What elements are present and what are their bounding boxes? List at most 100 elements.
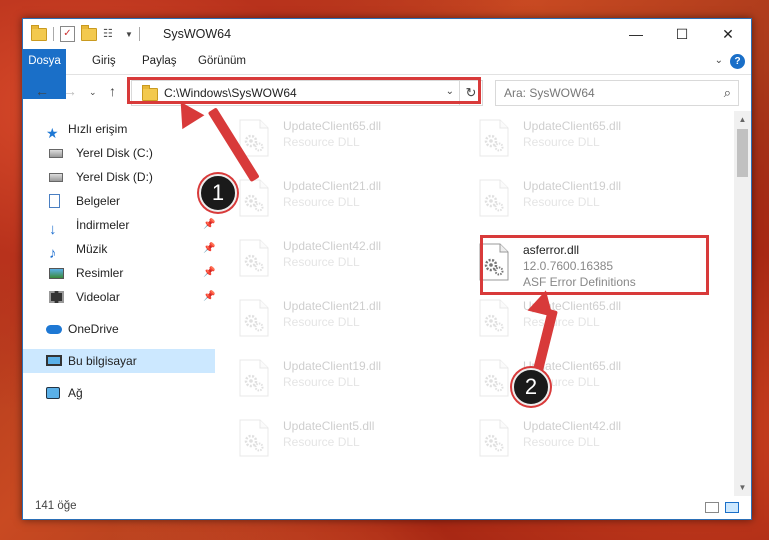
forward-arrow-icon[interactable]: →: [63, 83, 77, 99]
file-list: UpdateClient65.dll Resource DLL UpdateClie…: [219, 111, 732, 496]
file-name: UpdateClient5.dll: [283, 419, 375, 433]
cloud-icon: [46, 322, 62, 336]
file-tile[interactable]: UpdateClient5.dll Resource DLL: [239, 417, 459, 467]
sidebar-item-downloads[interactable]: ↓ İndirmeler 📌: [23, 213, 215, 237]
sidebar-item-label: Hızlı erişim: [68, 122, 128, 136]
file-tile[interactable]: UpdateClient19.dll Resource DLL: [239, 357, 459, 407]
recent-locations-icon[interactable]: ⌄: [89, 87, 97, 98]
file-description: Resource DLL: [283, 135, 360, 149]
view-options-icon[interactable]: ☷: [103, 28, 119, 40]
sidebar-item-label: OneDrive: [68, 322, 119, 336]
sidebar-item-label: İndirmeler: [76, 218, 130, 232]
callout-badge-2: 2: [512, 368, 550, 406]
sidebar-item-label: Müzik: [76, 242, 108, 256]
file-tile[interactable]: UpdateClient65.dll Resource DLL: [479, 297, 699, 347]
sidebar-item-network[interactable]: Ağ: [23, 381, 215, 405]
folder-icon: [142, 85, 158, 101]
sidebar-item-this-pc[interactable]: Bu bilgisayar: [23, 349, 215, 373]
file-description: Resource DLL: [283, 315, 360, 329]
dll-file-icon: [479, 359, 509, 397]
chevron-down-icon[interactable]: ▼: [125, 30, 133, 39]
file-tile[interactable]: UpdateClient65.dll Resource DLL: [239, 117, 459, 167]
new-folder-icon[interactable]: [81, 24, 97, 41]
pin-icon[interactable]: 📌: [203, 213, 215, 237]
pin-icon[interactable]: 📌: [203, 285, 215, 309]
sidebar-item-label: Videolar: [76, 290, 120, 304]
file-tile[interactable]: UpdateClient21.dll Resource DLL: [239, 297, 459, 347]
computer-icon: [46, 354, 62, 368]
sidebar-item-pictures[interactable]: Resimler 📌: [23, 261, 215, 285]
refresh-icon[interactable]: ↻: [459, 81, 482, 105]
back-arrow-icon[interactable]: ←: [35, 83, 49, 99]
search-placeholder: Ara: SysWOW64: [504, 86, 595, 100]
vertical-scrollbar[interactable]: ▲ ▼: [734, 111, 751, 496]
chevron-down-icon[interactable]: ⌄: [715, 55, 723, 66]
file-name: UpdateClient42.dll: [283, 239, 382, 253]
sidebar-item-local-disk-c[interactable]: Yerel Disk (C:): [23, 141, 215, 165]
sidebar-item-label: Yerel Disk (C:): [76, 146, 153, 160]
file-tile[interactable]: UpdateClient19.dll Resource DLL: [479, 177, 699, 227]
file-description: Resource DLL: [283, 255, 360, 269]
file-name: UpdateClient19.dll: [283, 359, 382, 373]
pictures-icon: [49, 266, 65, 280]
file-name: UpdateClient21.dll: [283, 179, 382, 193]
star-icon: ★: [46, 125, 59, 141]
minimize-button[interactable]: —: [613, 19, 659, 49]
file-name: UpdateClient21.dll: [283, 299, 382, 313]
file-name: UpdateClient65.dll: [523, 119, 622, 133]
file-description: Resource DLL: [523, 135, 600, 149]
sidebar-item-label: Yerel Disk (D:): [76, 170, 153, 184]
file-name: UpdateClient19.dll: [523, 179, 622, 193]
tab-home[interactable]: Giriş: [83, 49, 125, 74]
item-count: 141 öğe: [35, 500, 77, 512]
file-description: Resource DLL: [523, 315, 600, 329]
pin-icon[interactable]: 📌: [203, 261, 215, 285]
file-description: Resource DLL: [283, 435, 360, 449]
sidebar-item-onedrive[interactable]: OneDrive: [23, 317, 215, 341]
sidebar-item-videos[interactable]: Videolar 📌: [23, 285, 215, 309]
search-icon[interactable]: ⌕: [724, 85, 731, 101]
up-arrow-icon[interactable]: ↑: [109, 83, 116, 99]
address-path: C:\Windows\SysWOW64: [164, 86, 297, 100]
sidebar-item-local-disk-d[interactable]: Yerel Disk (D:): [23, 165, 215, 189]
disk-icon: [49, 170, 65, 184]
file-description: Resource DLL: [523, 435, 600, 449]
sidebar-item-label: Ağ: [68, 386, 83, 400]
file-tile[interactable]: UpdateClient21.dll Resource DLL: [239, 177, 459, 227]
file-tile[interactable]: UpdateClient42.dll Resource DLL: [479, 417, 699, 467]
tab-share[interactable]: Paylaş: [133, 49, 186, 74]
documents-icon: [49, 194, 65, 208]
properties-icon[interactable]: ✓: [60, 26, 75, 42]
scrollbar-thumb[interactable]: [737, 129, 748, 177]
navigation-pane: ★ Hızlı erişim Yerel Disk (C:) Yerel Dis…: [23, 111, 215, 496]
help-icon[interactable]: ?: [730, 54, 745, 69]
scroll-down-icon[interactable]: ▼: [734, 479, 751, 496]
dll-file-icon: [239, 359, 269, 397]
details-view-icon[interactable]: [705, 502, 719, 513]
search-input[interactable]: Ara: SysWOW64 ⌕: [495, 80, 739, 106]
dll-file-icon: [479, 243, 509, 281]
close-button[interactable]: ✕: [705, 19, 751, 49]
sidebar-item-documents[interactable]: Belgeler 📌: [23, 189, 215, 213]
tab-view[interactable]: Görünüm: [189, 49, 255, 74]
tiles-view-icon[interactable]: [725, 502, 739, 513]
maximize-button[interactable]: ☐: [659, 19, 705, 49]
file-tile[interactable]: UpdateClient65.dll Resource DLL: [479, 117, 699, 167]
pin-icon[interactable]: 📌: [203, 237, 215, 261]
chevron-down-icon[interactable]: ⌄: [446, 86, 454, 97]
title-bar: ✓ ☷ ▼ SysWOW64 — ☐ ✕: [23, 19, 751, 49]
file-tile[interactable]: asferror.dll 12.0.7600.16385 ASF Error Def…: [479, 241, 699, 291]
sidebar-item-music[interactable]: ♪ Müzik 📌: [23, 237, 215, 261]
dll-file-icon: [479, 419, 509, 457]
scroll-up-icon[interactable]: ▲: [734, 111, 751, 128]
file-description: Resource DLL: [283, 375, 360, 389]
file-name: UpdateClient65.dll: [283, 119, 382, 133]
music-icon: ♪: [49, 245, 57, 262]
window-title: SysWOW64: [163, 27, 232, 41]
file-description: Resource DLL: [283, 195, 360, 209]
explorer-window: ✓ ☷ ▼ SysWOW64 — ☐ ✕ Dosya Giriş Paylaş …: [22, 18, 752, 520]
file-tile[interactable]: UpdateClient42.dll Resource DLL: [239, 237, 459, 287]
sidebar-item-label: Resimler: [76, 266, 124, 280]
file-name: asferror.dll: [523, 243, 580, 257]
dll-file-icon: [239, 179, 269, 217]
